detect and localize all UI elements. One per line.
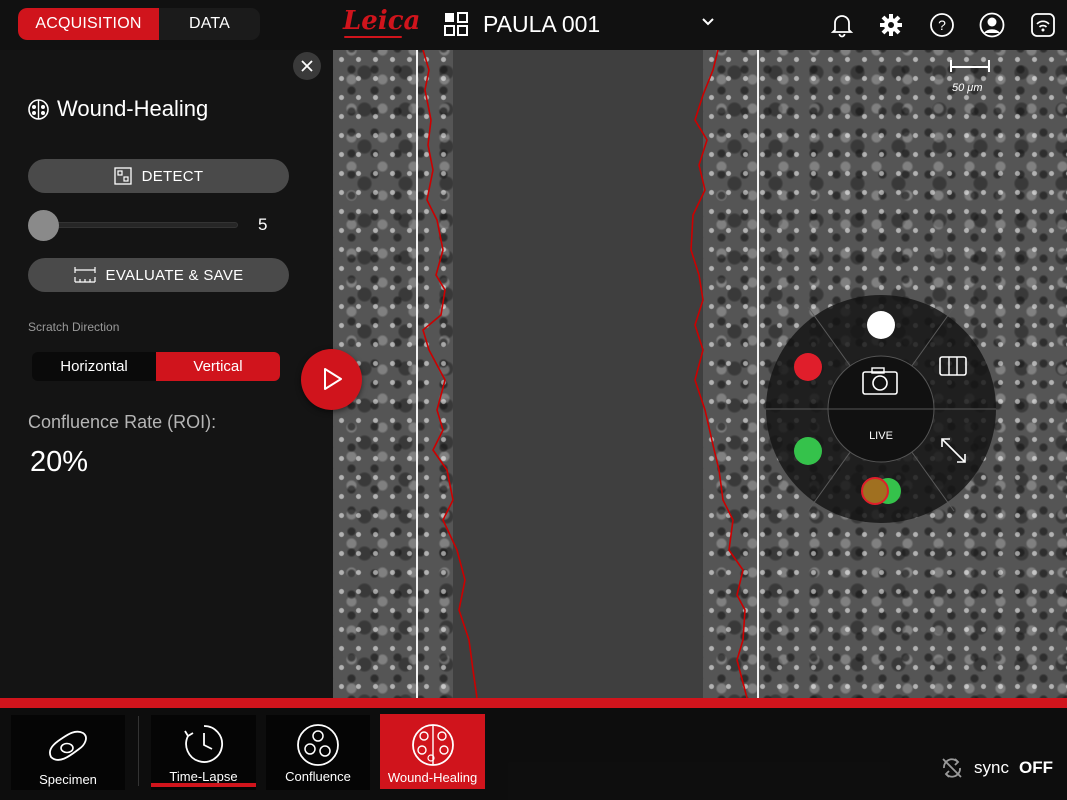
app-specimen-label: Specimen (39, 772, 97, 787)
live-label[interactable]: LIVE (869, 430, 893, 442)
radial-control: LIVE (766, 295, 996, 523)
confluence-rate-label: Confluence Rate (ROI): (28, 412, 217, 432)
account-icon[interactable] (979, 12, 1005, 38)
time-lapse-indicator (151, 783, 256, 787)
app-wound-healing-label: Wound-Healing (387, 770, 478, 785)
scale-bar-line (950, 60, 990, 72)
gear-icon[interactable] (878, 12, 904, 38)
direction-vertical[interactable]: Vertical (156, 352, 280, 381)
detect-button[interactable]: DETECT (28, 159, 289, 193)
direction-horizontal[interactable]: Horizontal (32, 352, 156, 381)
app-wound-healing[interactable]: Wound-Healing (380, 714, 485, 789)
project-title[interactable]: PAULA 001 (483, 11, 600, 38)
wound-healing-app-icon (411, 724, 454, 766)
detect-icon (113, 167, 132, 185)
threshold-slider-value: 5 (258, 215, 268, 234)
scratch-direction-label: Scratch Direction (28, 320, 120, 334)
roi-line-left[interactable] (416, 50, 418, 698)
help-icon[interactable]: ? (929, 12, 955, 38)
green-channel-button[interactable] (794, 437, 822, 465)
tool-title: Wound-Healing (28, 96, 208, 122)
evaluate-save-label: EVALUATE & SAVE (105, 266, 244, 284)
overlay-channels-icon[interactable] (861, 477, 901, 505)
tab-data[interactable]: DATA (159, 8, 260, 40)
sync-label: sync (974, 758, 1009, 777)
play-icon (324, 368, 342, 390)
app-time-lapse[interactable]: Time-Lapse (151, 715, 256, 790)
wound-healing-icon (28, 98, 49, 120)
close-icon (301, 60, 313, 72)
scratch-direction-switch: Horizontal Vertical (32, 352, 280, 381)
specimen-icon (49, 730, 87, 761)
red-channel-button[interactable] (794, 353, 822, 381)
sync-state: OFF (1018, 758, 1053, 777)
app-time-lapse-label: Time-Lapse (169, 769, 238, 784)
threshold-slider-track[interactable] (44, 222, 238, 228)
tab-acquisition[interactable]: ACQUISITION (18, 8, 159, 40)
dock-divider (138, 716, 139, 786)
bell-icon[interactable] (829, 12, 855, 38)
confluence-icon (297, 724, 339, 766)
bottom-accent-bar (0, 698, 1067, 708)
leica-logo: Leica (343, 6, 421, 36)
play-button[interactable] (301, 349, 362, 410)
chevron-down-icon[interactable] (700, 14, 716, 30)
wifi-icon[interactable] (1030, 12, 1056, 38)
app-confluence-label: Confluence (285, 769, 351, 784)
sync-off-icon (942, 758, 962, 778)
app-root: ACQUISITION DATA Leica PAULA 001 ? 50 μm… (0, 0, 1067, 800)
time-lapse-icon (183, 725, 223, 763)
app-specimen[interactable]: Specimen (11, 715, 125, 790)
mode-switch: ACQUISITION DATA (18, 8, 260, 40)
app-confluence[interactable]: Confluence (266, 715, 370, 790)
scale-label: 50 μm (952, 82, 983, 94)
project-grid-icon[interactable] (444, 12, 468, 36)
close-panel-button[interactable] (293, 52, 321, 80)
threshold-slider-thumb[interactable] (28, 210, 59, 241)
top-bar: ACQUISITION DATA Leica PAULA 001 ? (0, 0, 1067, 50)
tool-title-label: Wound-Healing (57, 96, 209, 121)
logo-underline (344, 36, 402, 38)
confluence-rate-value: 20% (30, 446, 89, 478)
evaluate-save-button[interactable]: EVALUATE & SAVE (28, 258, 289, 292)
roi-line-right[interactable] (757, 50, 759, 698)
measure-icon (73, 267, 96, 283)
brightfield-channel-button[interactable] (867, 311, 895, 339)
sync-toggle[interactable]: sync OFF (940, 756, 1053, 780)
svg-text:?: ? (938, 17, 946, 33)
detect-label: DETECT (141, 167, 204, 185)
